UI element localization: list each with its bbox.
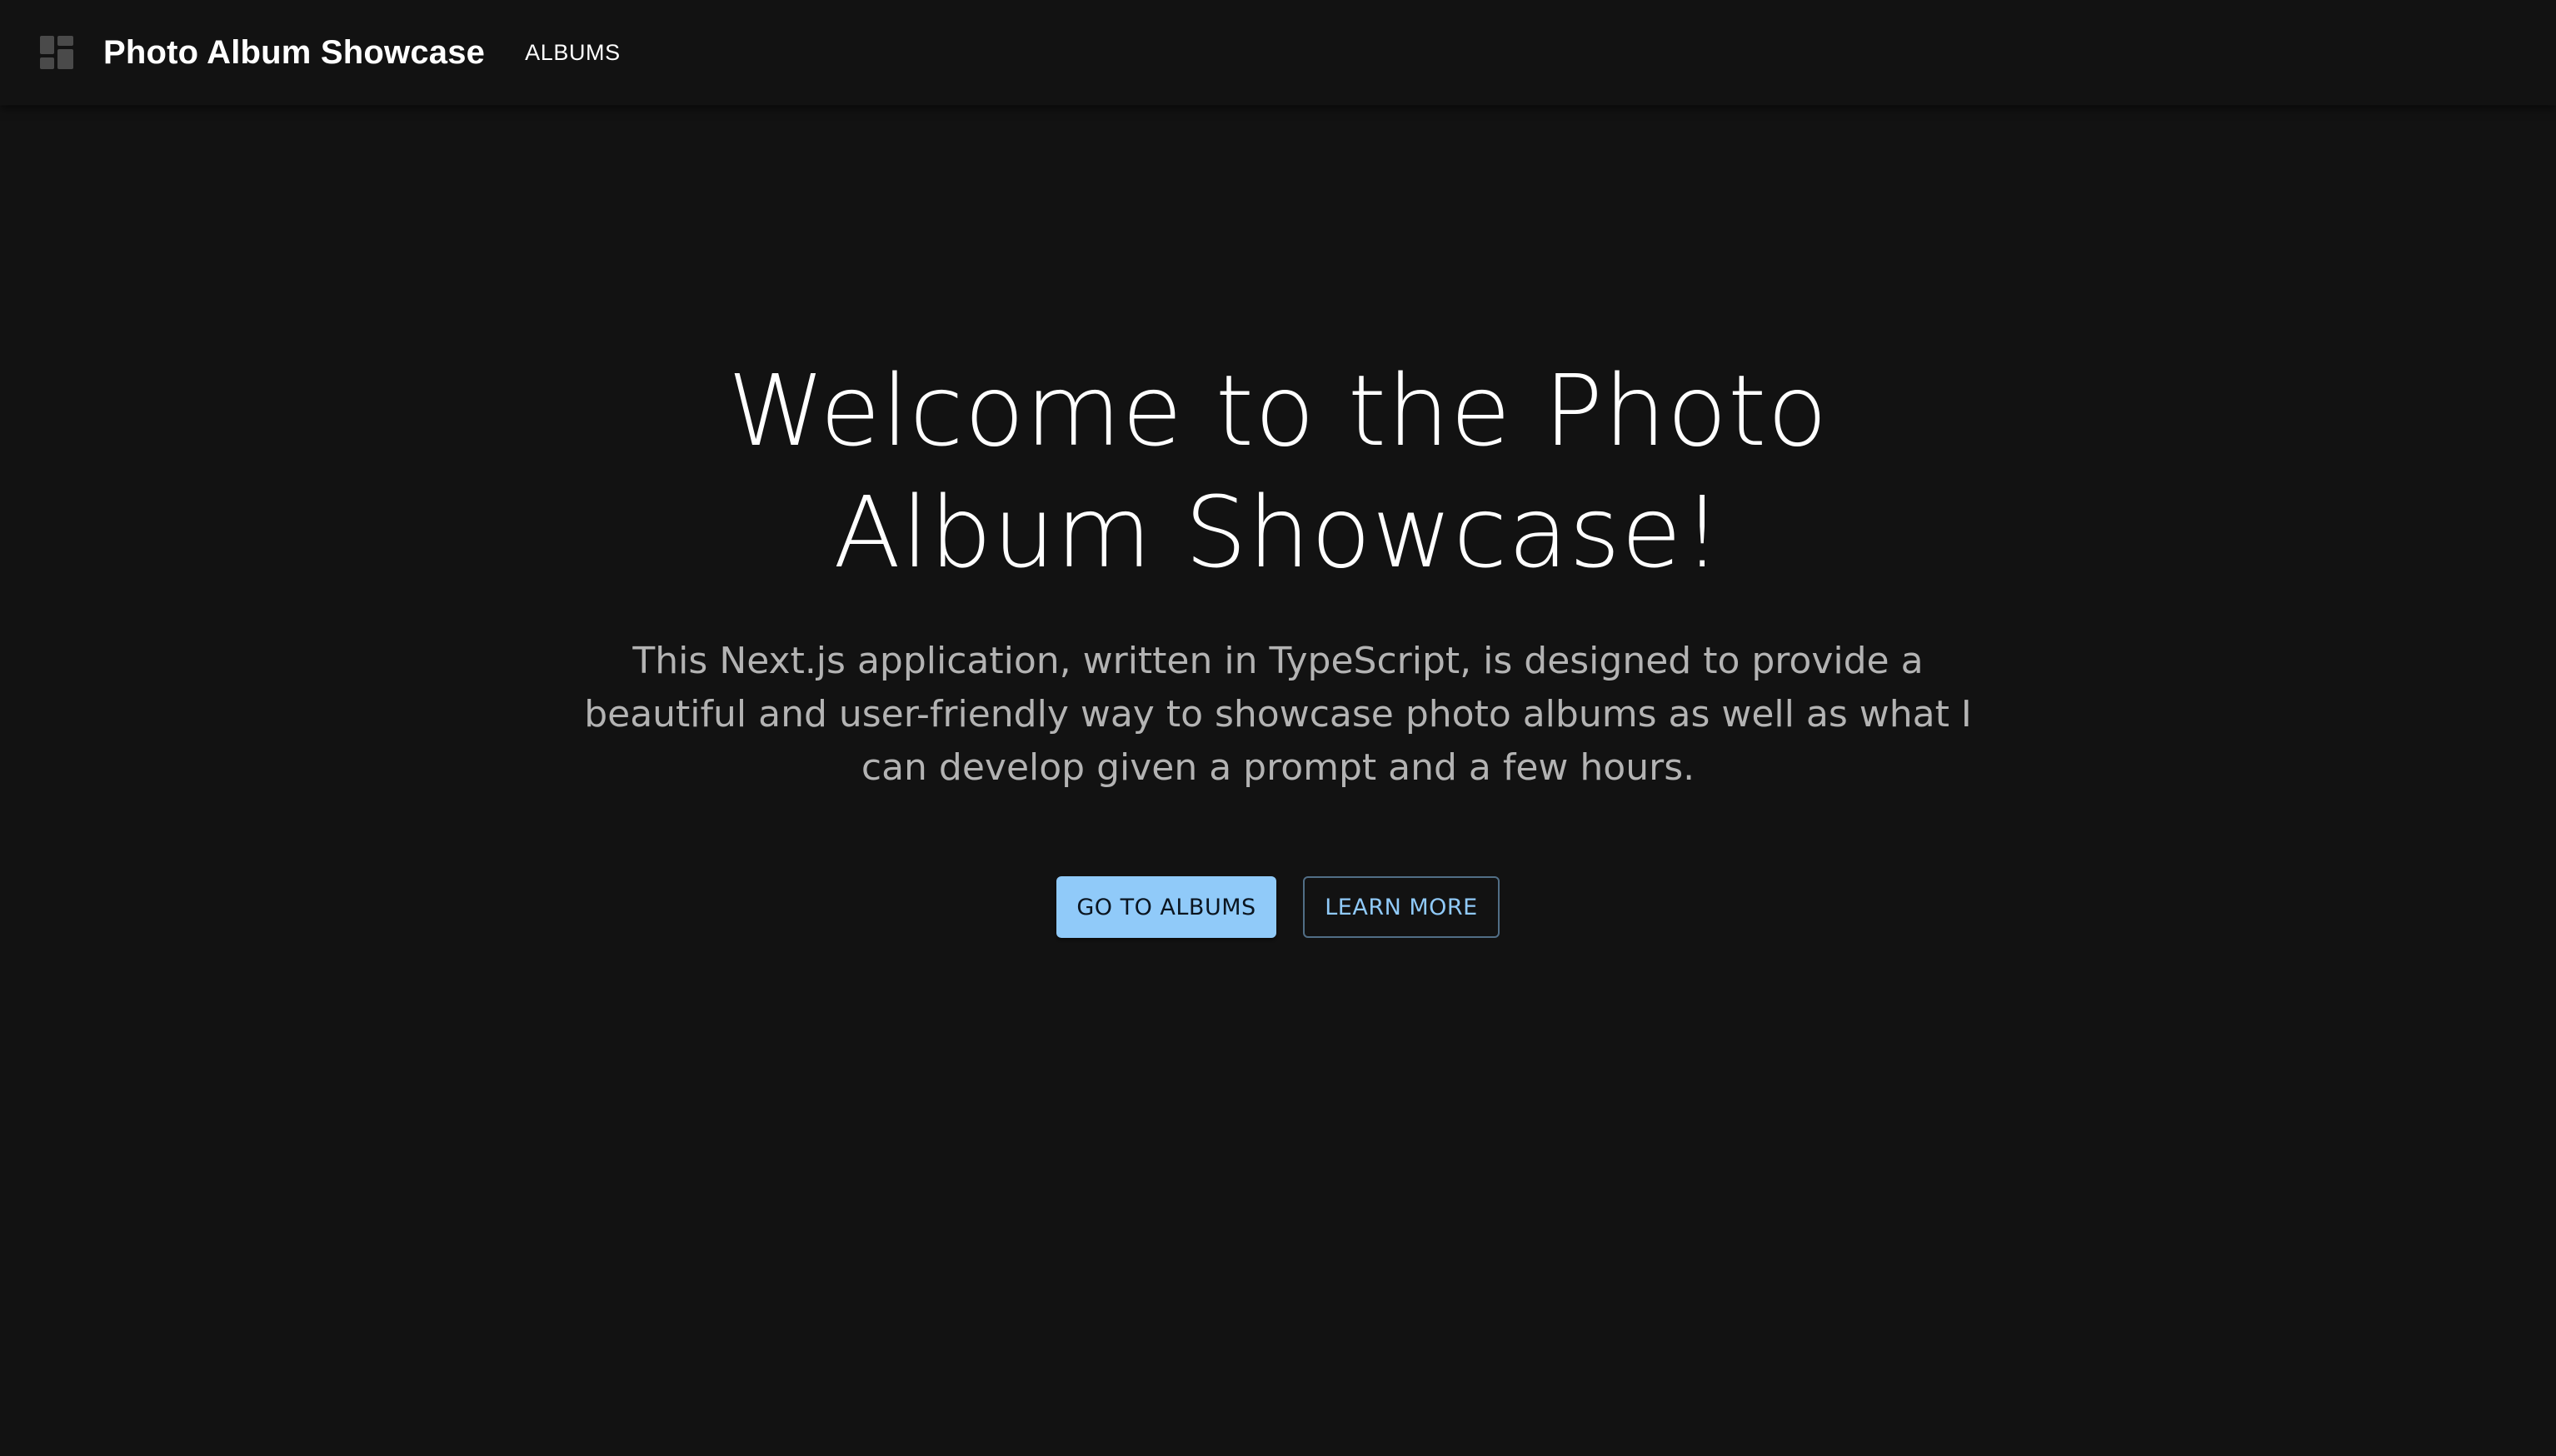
app-title[interactable]: Photo Album Showcase	[103, 34, 485, 72]
app-bar: Photo Album Showcase ALBUMS	[0, 0, 2556, 105]
hero-section: Welcome to the Photo Album Showcase! Thi…	[0, 350, 2556, 938]
go-to-albums-button[interactable]: GO TO ALBUMS	[1056, 876, 1276, 938]
nav-albums-link[interactable]: ALBUMS	[525, 32, 621, 74]
hero-actions: GO TO ALBUMS LEARN MORE	[0, 876, 2556, 938]
dashboard-grid-icon	[40, 36, 73, 69]
hero-title: Welcome to the Photo Album Showcase!	[727, 353, 1829, 590]
hero-description: This Next.js application, written in Typ…	[584, 640, 1972, 789]
learn-more-button[interactable]: LEARN MORE	[1303, 876, 1500, 938]
